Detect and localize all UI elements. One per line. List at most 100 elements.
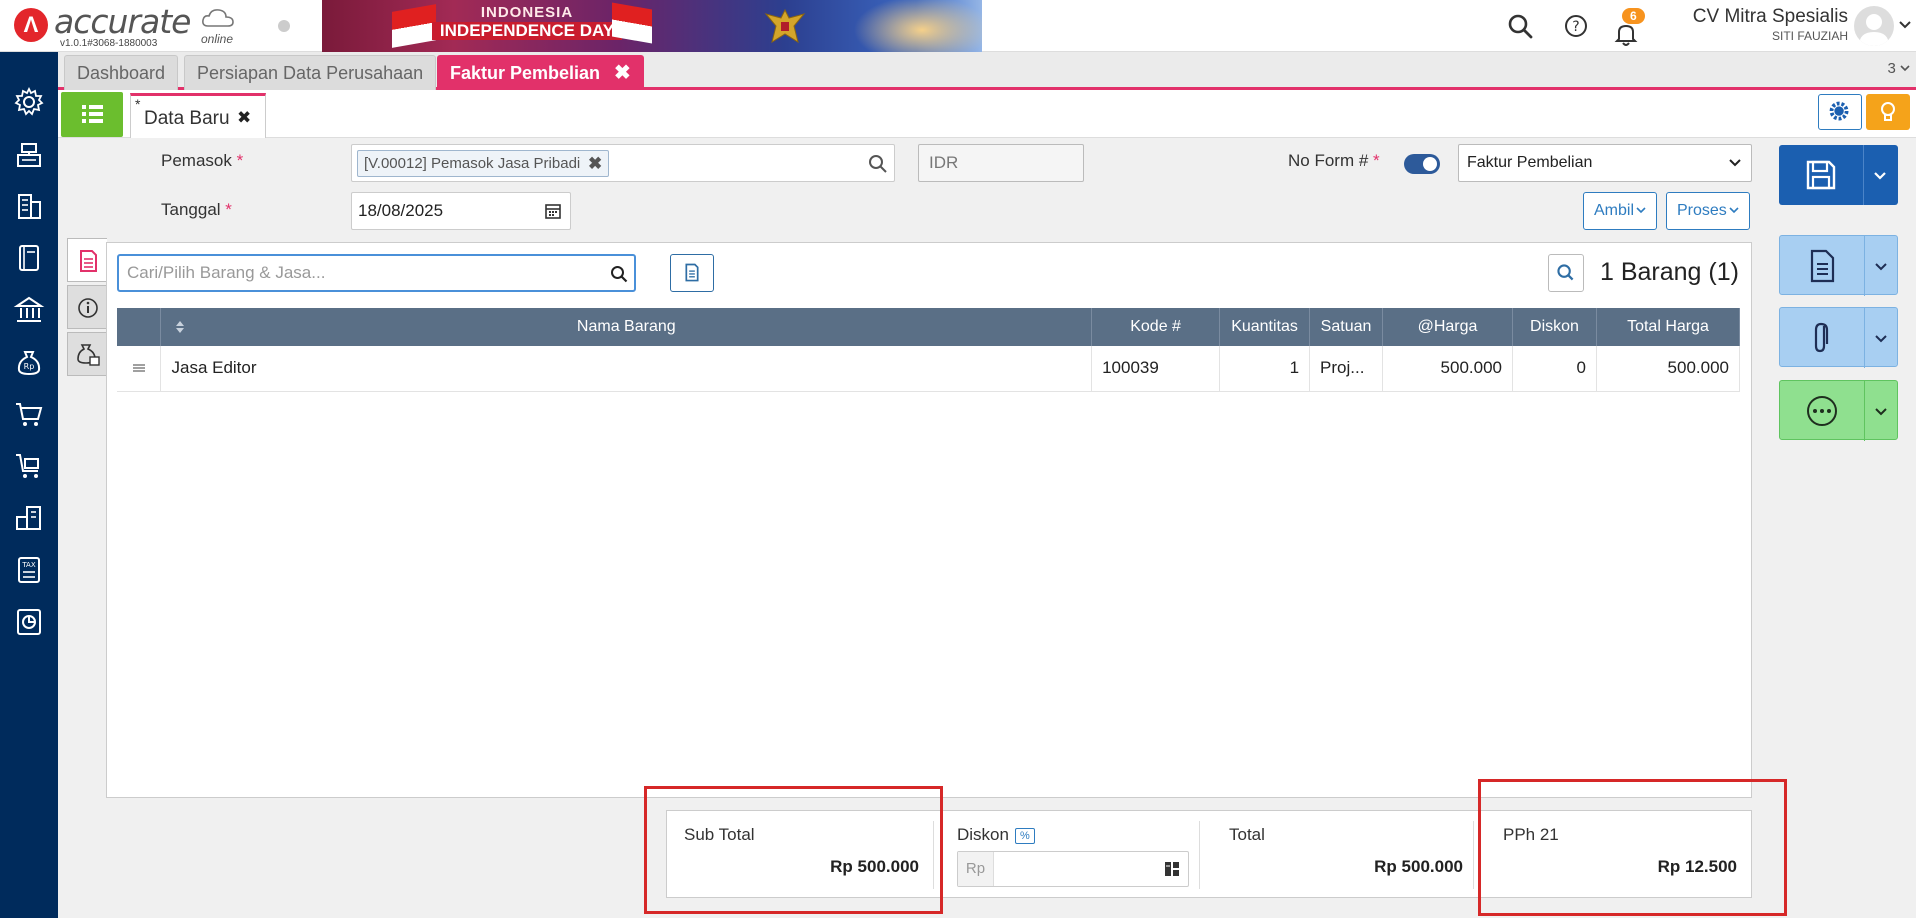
supplier-chip[interactable]: [V.00012] Pemasok Jasa Pribadi ✖ [357, 150, 610, 177]
column-header-label: Satuan [1320, 318, 1372, 335]
list-view-button[interactable] [61, 92, 123, 137]
column-header-satuan[interactable]: Satuan [1309, 308, 1384, 346]
bell-icon[interactable] [1612, 20, 1640, 48]
calculator-icon[interactable] [1164, 861, 1180, 877]
document-icon [80, 250, 97, 272]
search-icon[interactable] [610, 265, 628, 283]
column-header-kuantitas[interactable]: Kuantitas [1219, 308, 1311, 346]
independence-day-banner: INDONESIA INDEPENDENCE DAY [322, 0, 982, 52]
calendar-icon[interactable] [544, 202, 562, 220]
settings-button[interactable] [1818, 94, 1862, 130]
item-detail-button[interactable] [670, 254, 714, 292]
document-icon [1810, 249, 1835, 283]
tab-dashboard[interactable]: Dashboard [64, 55, 179, 90]
search-icon[interactable] [1506, 12, 1534, 40]
tax-icon[interactable]: TAX [13, 554, 45, 586]
percent-toggle[interactable]: % [1014, 827, 1035, 844]
form-type-select[interactable]: Faktur Pembelian [1458, 144, 1752, 182]
tab-label: Dashboard [77, 63, 166, 83]
column-header-diskon[interactable]: Diskon [1512, 308, 1597, 346]
avatar[interactable] [1854, 6, 1894, 46]
warehouse-icon[interactable] [13, 502, 45, 534]
book-icon[interactable] [13, 242, 45, 274]
ambil-button[interactable]: Ambil [1583, 192, 1658, 230]
accurate-logo[interactable]: Λ accurate online v1.0.1#3068-1880003 [14, 2, 244, 50]
tab-faktur-pembelian[interactable]: Faktur Pembelian ✖ [437, 55, 644, 90]
tab-info[interactable] [67, 285, 107, 329]
column-header-nama-barang[interactable]: Nama Barang [160, 308, 1093, 346]
tips-button[interactable] [1866, 94, 1910, 130]
tab-count-dropdown[interactable]: 3 [1887, 60, 1910, 77]
logo-text: accurate [54, 2, 191, 41]
divider [1864, 308, 1865, 368]
drag-handle-icon[interactable] [132, 363, 146, 373]
save-icon [1806, 160, 1836, 190]
divider [1864, 236, 1865, 296]
sort-icon[interactable] [175, 320, 185, 334]
drag-handle-cell[interactable] [117, 346, 162, 392]
tab-persiapan-data-perusahaan[interactable]: Persiapan Data Perusahaan [184, 55, 437, 90]
column-header-total-harga[interactable]: Total Harga [1596, 308, 1741, 346]
remove-chip-icon[interactable]: ✖ [588, 151, 602, 177]
cell-total-harga[interactable]: 500.000 [1596, 346, 1741, 392]
logo-mark-icon: Λ [14, 8, 48, 42]
close-icon[interactable]: ✖ [614, 56, 631, 90]
supplier-label-text: Pemasok [161, 151, 232, 170]
discount-input[interactable]: Rp [957, 851, 1189, 887]
date-field[interactable]: 18/08/2025 [351, 192, 571, 230]
find-item-button[interactable] [1548, 254, 1584, 292]
cell-diskon[interactable]: 0 [1512, 346, 1597, 392]
auto-number-toggle[interactable] [1404, 154, 1440, 174]
tab-data-baru[interactable]: * Data Baru ✖ [130, 93, 266, 138]
save-button[interactable] [1779, 145, 1898, 205]
svg-text:?: ? [1572, 19, 1579, 35]
cell-nama-barang[interactable]: Jasa Editor [160, 346, 1093, 392]
column-header-harga[interactable]: @Harga [1382, 308, 1513, 346]
chevron-down-icon[interactable] [1873, 169, 1887, 183]
money-bag-icon[interactable]: Rp [13, 346, 45, 378]
user-avatar-icon [1859, 14, 1889, 46]
bank-icon[interactable] [13, 294, 45, 326]
cell-kode[interactable]: 100039 [1091, 346, 1221, 392]
purchase-cart-icon[interactable] [13, 450, 45, 482]
proses-button[interactable]: Proses [1666, 192, 1750, 230]
company-info[interactable]: CV Mitra Spesialis SITI FAUZIAH [1693, 6, 1848, 43]
divider [1473, 821, 1474, 889]
cash-register-icon[interactable] [13, 138, 45, 170]
notification-badge[interactable]: 6 [1622, 8, 1645, 24]
chevron-down-icon [1900, 65, 1910, 72]
building-icon[interactable] [13, 190, 45, 222]
cell-kuantitas[interactable]: 1 [1219, 346, 1311, 392]
gear-icon[interactable] [13, 86, 45, 118]
close-icon[interactable]: ✖ [237, 108, 251, 128]
cell-satuan[interactable]: Proj... [1309, 346, 1384, 392]
sidebar: Rp TAX [0, 52, 58, 918]
more-actions-button[interactable] [1779, 380, 1898, 441]
chevron-down-icon[interactable] [1898, 18, 1912, 32]
cell-harga[interactable]: 500.000 [1382, 346, 1513, 392]
column-header-kode[interactable]: Kode # [1091, 308, 1221, 346]
item-search-input[interactable]: Cari/Pilih Barang & Jasa... [117, 254, 636, 292]
supplier-field[interactable]: [V.00012] Pemasok Jasa Pribadi ✖ [351, 144, 895, 182]
tab-item-detail[interactable] [67, 238, 107, 282]
help-icon[interactable]: ? [1562, 12, 1590, 40]
column-header-label: Diskon [1530, 318, 1579, 335]
tab-payment[interactable] [67, 332, 107, 376]
column-header-label: Kode # [1130, 318, 1181, 335]
report-chart-icon[interactable] [13, 606, 45, 638]
search-placeholder: Cari/Pilih Barang & Jasa... [127, 263, 326, 282]
garuda-icon [764, 8, 806, 44]
document-actions-button[interactable] [1779, 235, 1898, 296]
currency-prefix: Rp [958, 852, 994, 886]
table-row[interactable]: Jasa Editor 100039 1 Proj... 500.000 0 5… [117, 346, 1741, 392]
chevron-down-icon[interactable] [1874, 332, 1888, 346]
attachment-button[interactable] [1779, 307, 1898, 368]
required-mark: * [225, 200, 232, 219]
divider [1199, 821, 1200, 889]
cart-icon[interactable] [13, 398, 45, 430]
subtotal-highlight-box [644, 786, 943, 914]
search-icon[interactable] [868, 154, 888, 174]
chevron-down-icon [1636, 207, 1646, 214]
chevron-down-icon[interactable] [1874, 405, 1888, 419]
chevron-down-icon[interactable] [1874, 260, 1888, 274]
